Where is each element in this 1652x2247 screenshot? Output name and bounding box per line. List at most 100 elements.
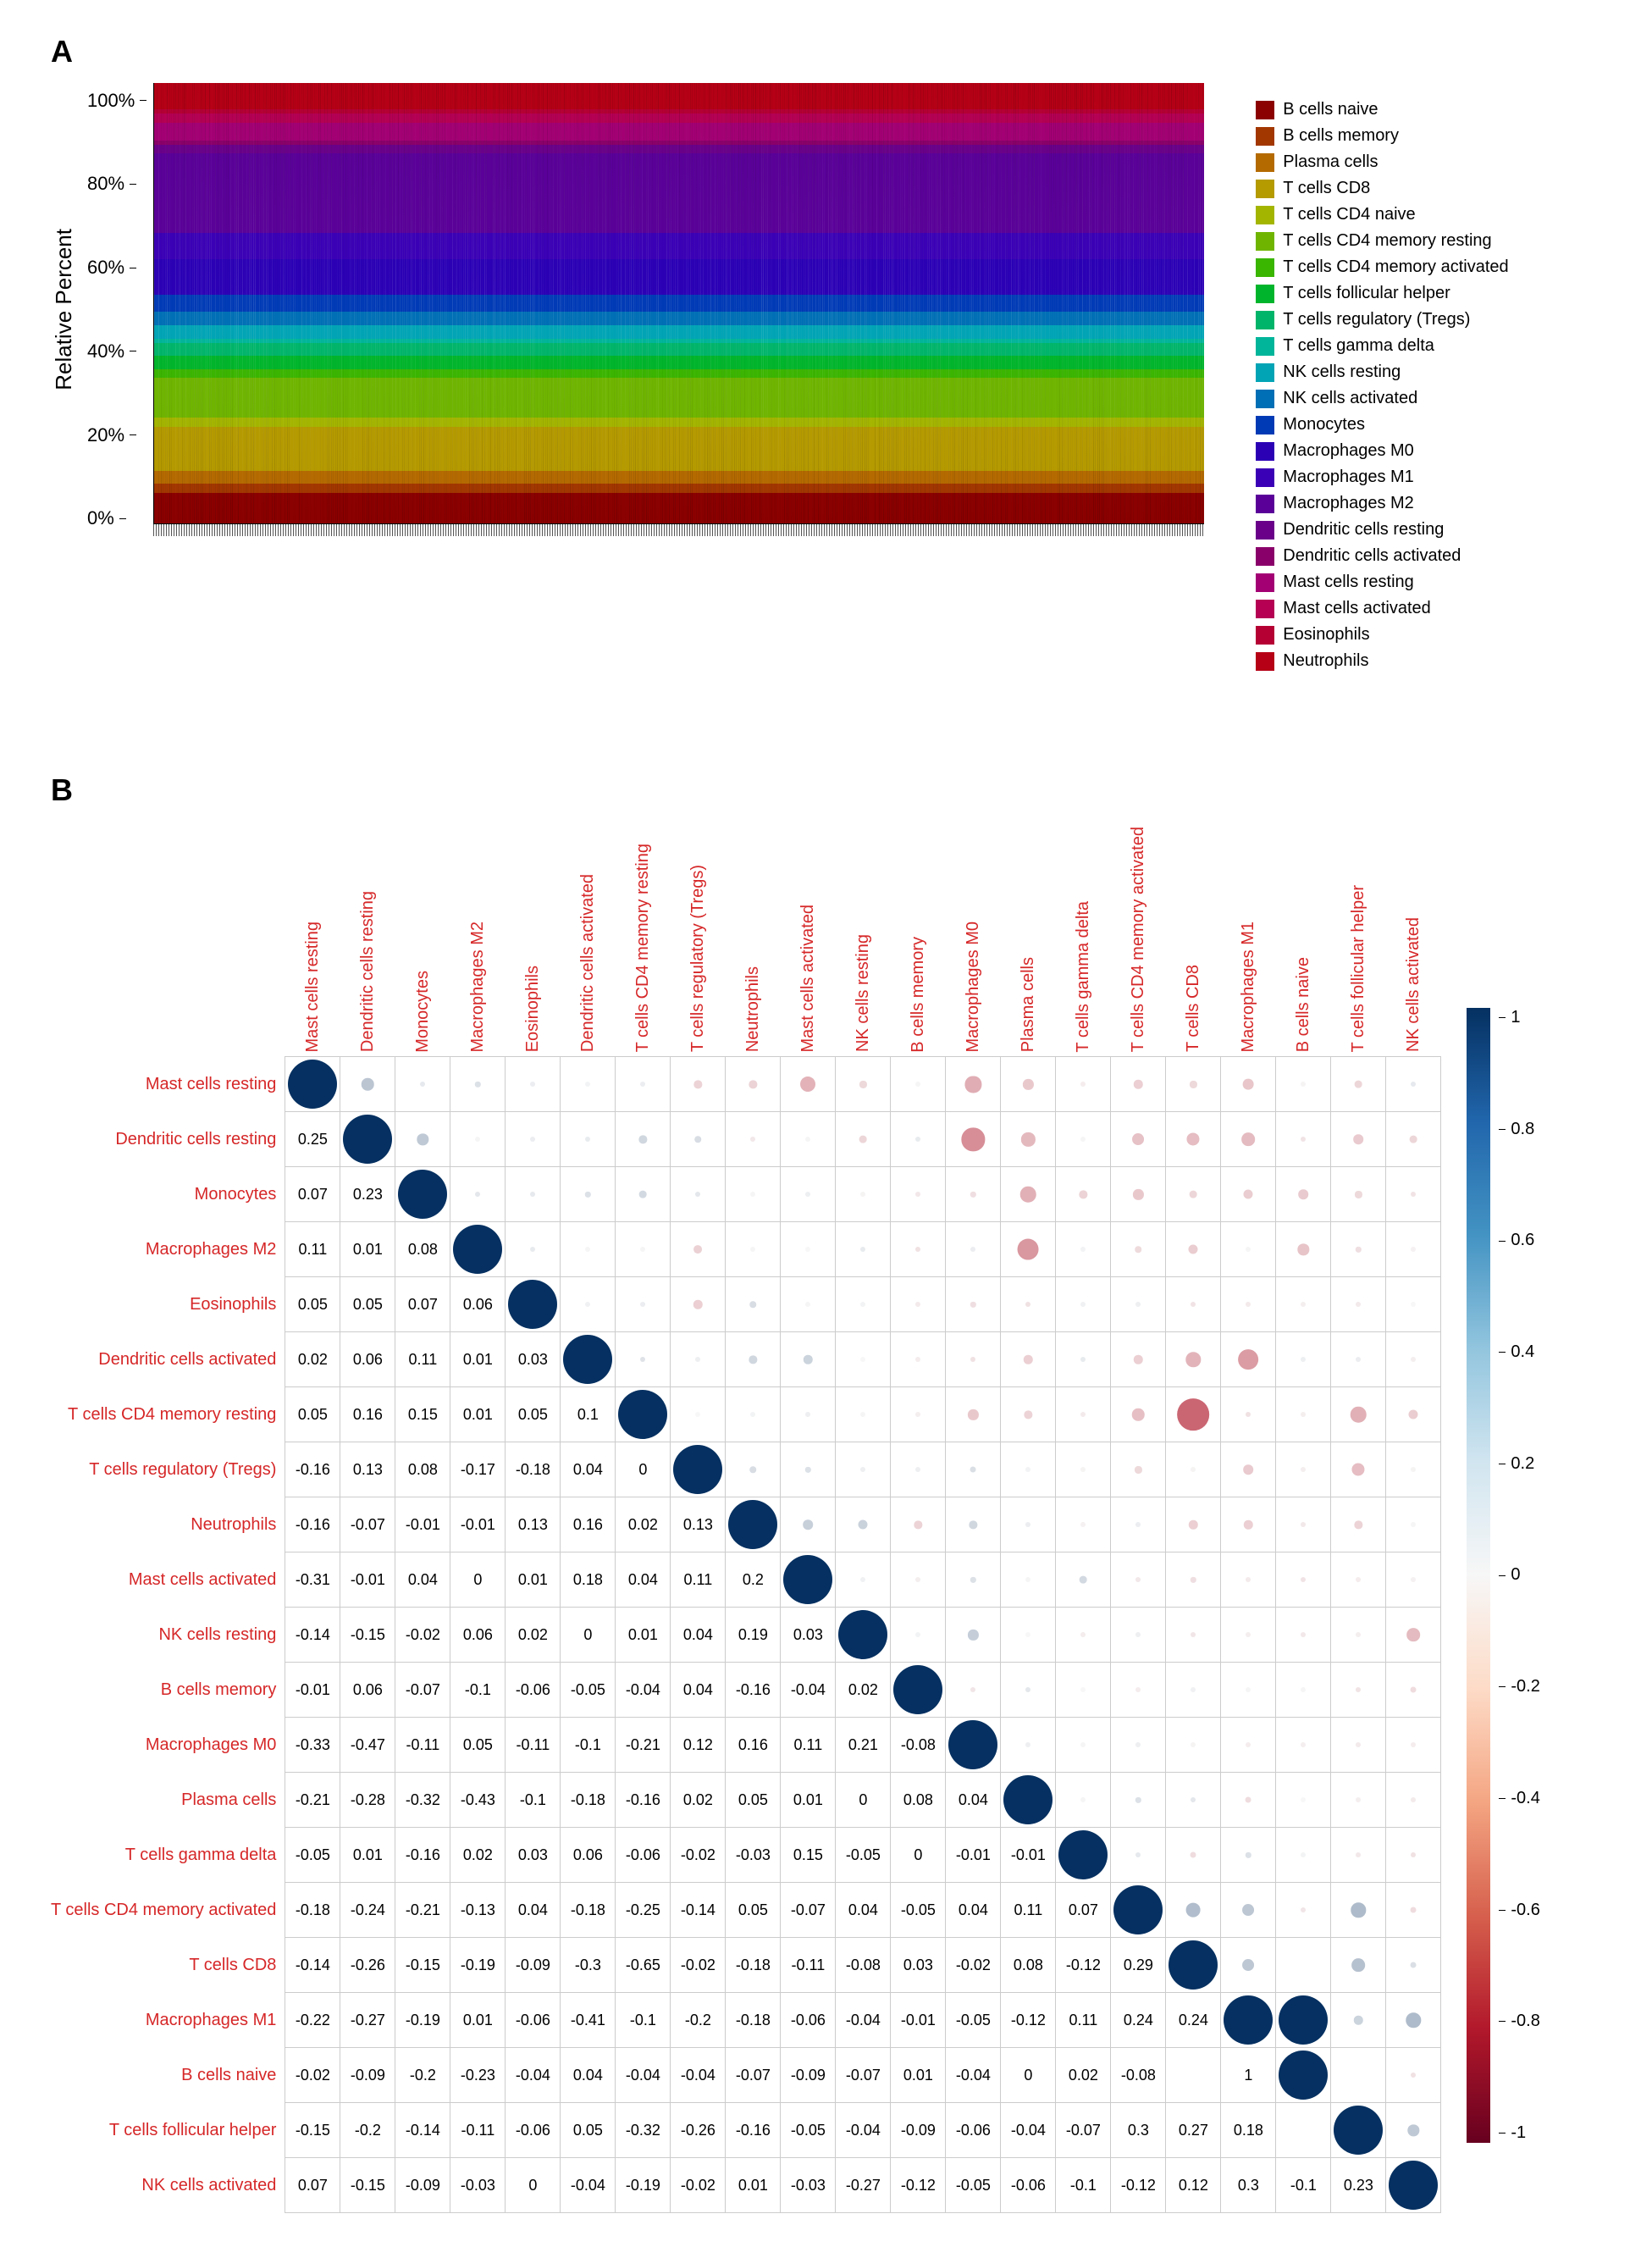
matrix-cell (781, 1277, 836, 1332)
matrix-cell: -0.22 (285, 1993, 340, 2048)
matrix-cell: 0.02 (285, 1332, 340, 1387)
matrix-cell: 0.01 (726, 2158, 781, 2213)
legend-swatch (1256, 127, 1274, 146)
matrix-cell (1331, 1332, 1386, 1387)
matrix-cell (781, 1057, 836, 1112)
matrix-cell (1111, 1277, 1166, 1332)
matrix-cell (1331, 1938, 1386, 1993)
matrix-cell (1166, 1222, 1221, 1277)
legend-label: B cells memory (1283, 126, 1399, 146)
matrix-cell: -0.07 (836, 2048, 891, 2103)
matrix-cell (1386, 1552, 1441, 1608)
matrix-cell (1221, 1883, 1276, 1938)
matrix-cell (1056, 1442, 1111, 1497)
matrix-cell (1386, 1993, 1441, 2048)
matrix-cell: 0.01 (340, 1828, 395, 1883)
matrix-cell (781, 1332, 836, 1387)
matrix-cell: -0.15 (340, 1608, 395, 1663)
matrix-cell: 0.23 (340, 1167, 395, 1222)
matrix-cell (781, 1442, 836, 1497)
matrix-cell: -0.09 (891, 2103, 946, 2158)
matrix-cell (506, 1277, 561, 1332)
matrix-cell: -0.15 (395, 1938, 450, 1993)
matrix-cell (1331, 1552, 1386, 1608)
legend-item: Dendritic cells resting (1256, 520, 1508, 540)
matrix-cell: -0.65 (616, 1938, 671, 1993)
matrix-cell (671, 1112, 726, 1167)
legend-item: T cells CD4 memory resting (1256, 231, 1508, 251)
colorbar-tick: -1 (1499, 2123, 1539, 2143)
matrix-cell: -0.02 (671, 1828, 726, 1883)
legend-label: T cells CD8 (1283, 179, 1370, 198)
matrix-cell (1001, 1718, 1056, 1773)
matrix-cell (1386, 1222, 1441, 1277)
legend-label: NK cells activated (1283, 389, 1417, 408)
matrix-cell: -0.16 (726, 2103, 781, 2158)
matrix-cell: -0.06 (506, 2103, 561, 2158)
colorbar-tick: -0.2 (1499, 1677, 1539, 1696)
matrix-cell (1056, 1663, 1111, 1718)
legend-label: T cells regulatory (Tregs) (1283, 310, 1470, 329)
matrix-cell (1276, 1608, 1331, 1663)
matrix-cell: -0.1 (1276, 2158, 1331, 2213)
matrix-cell (1331, 1222, 1386, 1277)
matrix-cell (616, 1222, 671, 1277)
matrix-cell (1386, 1277, 1441, 1332)
matrix-cell: -0.12 (891, 2158, 946, 2213)
matrix-cell: -0.04 (671, 2048, 726, 2103)
matrix-cell: -0.04 (836, 1993, 891, 2048)
matrix-cell (1111, 1442, 1166, 1497)
matrix-cell (1001, 1167, 1056, 1222)
matrix-cell (1221, 1608, 1276, 1663)
col-header: Mast cells resting (303, 916, 323, 1053)
matrix-cell (836, 1387, 891, 1442)
matrix-cell: 0 (616, 1442, 671, 1497)
matrix-cell (561, 1332, 616, 1387)
col-header: B cells naive (1294, 952, 1313, 1052)
matrix-cell: -0.06 (506, 1993, 561, 2048)
matrix-cell: 0.03 (506, 1828, 561, 1883)
matrix-cell (1111, 1222, 1166, 1277)
matrix-cell: -0.43 (450, 1773, 506, 1828)
legend-item: Eosinophils (1256, 625, 1508, 645)
matrix-cell: 0.08 (395, 1442, 450, 1497)
matrix-cell (1276, 1387, 1331, 1442)
matrix-cell: -0.16 (285, 1442, 340, 1497)
matrix-cell: 0.04 (671, 1608, 726, 1663)
matrix-cell (1331, 1167, 1386, 1222)
matrix-cell (1386, 2158, 1441, 2213)
row-header: Mast cells activated (51, 1552, 285, 1608)
matrix-cell (1331, 2048, 1386, 2103)
matrix-cell: 0.11 (671, 1552, 726, 1608)
row-header: T cells CD4 memory resting (51, 1387, 285, 1442)
matrix-cell (1331, 1112, 1386, 1167)
matrix-cell: 0.03 (506, 1332, 561, 1387)
matrix-cell (1111, 1387, 1166, 1442)
matrix-cell (1276, 1277, 1331, 1332)
matrix-cell: 0.12 (671, 1718, 726, 1773)
row-header: B cells memory (51, 1663, 285, 1718)
matrix-cell: 0.04 (561, 2048, 616, 2103)
matrix-cell (891, 1608, 946, 1663)
matrix-cell (726, 1387, 781, 1442)
matrix-cell (946, 1222, 1001, 1277)
matrix-cell (1111, 1718, 1166, 1773)
matrix-cell: -0.07 (726, 2048, 781, 2103)
matrix-cell: 0.18 (1221, 2103, 1276, 2158)
matrix-cell (1001, 1222, 1056, 1277)
matrix-cell: 0.05 (285, 1277, 340, 1332)
matrix-cell: -0.08 (891, 1718, 946, 1773)
matrix-cell: 0.11 (1056, 1993, 1111, 2048)
matrix-cell (1166, 1883, 1221, 1938)
matrix-cell: -0.14 (395, 2103, 450, 2158)
matrix-cell (891, 1277, 946, 1332)
matrix-cell (836, 1442, 891, 1497)
matrix-cell (1221, 1497, 1276, 1552)
matrix-cell: 0.04 (616, 1552, 671, 1608)
matrix-cell: -0.1 (1056, 2158, 1111, 2213)
matrix-cell (1276, 1938, 1331, 1993)
legend-swatch (1256, 285, 1274, 303)
matrix-cell: 0.11 (781, 1718, 836, 1773)
matrix-cell (1386, 1112, 1441, 1167)
matrix-cell: 0.08 (891, 1773, 946, 1828)
